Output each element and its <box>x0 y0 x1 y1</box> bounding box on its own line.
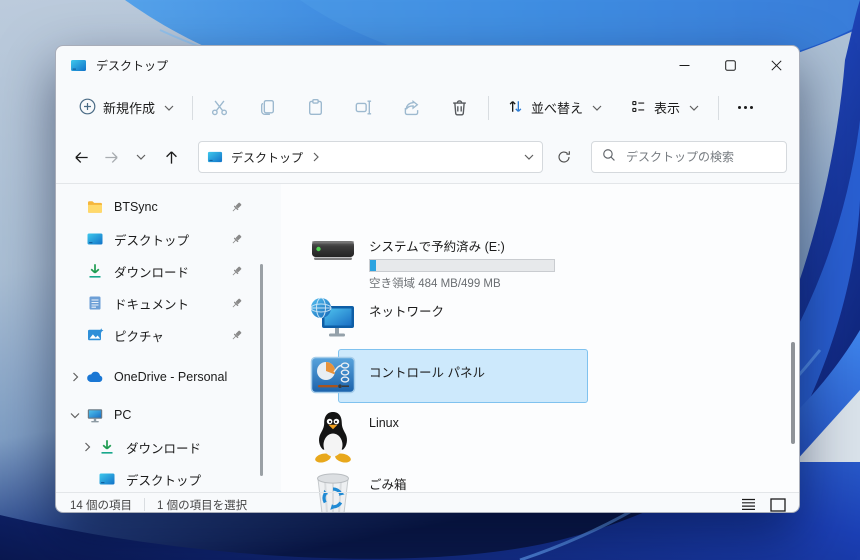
sidebar-item-pictures[interactable]: ピクチャ <box>56 319 281 351</box>
address-dropdown-icon[interactable] <box>524 154 534 160</box>
up-button[interactable] <box>156 142 186 172</box>
command-toolbar: 新規作成 並べ替え 表示 <box>56 84 799 131</box>
minimize-button[interactable] <box>661 46 707 84</box>
onedrive-icon <box>86 368 104 386</box>
toolbar-separator <box>192 95 194 120</box>
chevron-down-icon <box>592 105 602 111</box>
selection-count: 1 個の項目を選択 <box>157 499 248 512</box>
pin-icon <box>230 265 243 278</box>
explorer-body: BTSync デスクトップ ダウンロード ドキュメント ピクチャ OneDriv… <box>56 184 799 512</box>
file-list: システムで予約済み (E:) 空き領域 484 MB/499 MB ネットワーク <box>281 184 799 512</box>
chevron-right-icon[interactable] <box>64 372 86 382</box>
desktop-folder-icon <box>70 57 87 74</box>
sort-arrows-icon <box>507 98 524 118</box>
window-title: デスクトップ <box>96 58 169 73</box>
sidebar-item-btsync[interactable]: BTSync <box>56 191 281 223</box>
items-count: 14 個の項目 <box>70 499 132 512</box>
network-icon <box>309 297 357 341</box>
free-space-text: 空き領域 484 MB/499 MB <box>369 278 501 290</box>
chevron-down-icon[interactable] <box>64 412 86 419</box>
copy-button[interactable] <box>250 91 284 125</box>
sidebar-item-documents[interactable]: ドキュメント <box>56 287 281 319</box>
download-icon <box>98 438 116 456</box>
document-icon <box>86 294 104 312</box>
search-box[interactable] <box>591 141 787 173</box>
disk-usage-fill <box>370 260 377 271</box>
desktop-folder-icon <box>207 149 223 165</box>
chevron-right-icon[interactable] <box>76 442 98 452</box>
disk-usage-bar <box>369 259 555 272</box>
status-separator <box>144 498 145 511</box>
linux-tux-icon <box>309 410 357 464</box>
file-item-control-panel[interactable]: コントロール パネル <box>309 356 485 394</box>
sidebar-item-desktop[interactable]: デスクトップ <box>56 223 281 255</box>
file-item-system-reserved[interactable]: システムで予約済み (E:) 空き領域 484 MB/499 MB <box>309 234 555 291</box>
navigation-pane: BTSync デスクトップ ダウンロード ドキュメント ピクチャ OneDriv… <box>56 184 281 492</box>
recent-locations-button[interactable] <box>126 142 156 172</box>
view-layout-icon <box>630 98 647 118</box>
back-button[interactable] <box>66 142 96 172</box>
sidebar-item-pc-downloads[interactable]: ダウンロード <box>56 431 281 463</box>
refresh-button[interactable] <box>549 142 579 172</box>
search-icon <box>602 148 616 167</box>
pin-icon <box>230 233 243 246</box>
download-icon <box>86 262 104 280</box>
desktop-icon <box>86 230 104 248</box>
more-options-button[interactable] <box>728 91 762 125</box>
sidebar-item-pc-desktop[interactable]: デスクトップ <box>56 463 281 495</box>
rename-button[interactable] <box>346 91 380 125</box>
paste-button[interactable] <box>298 91 332 125</box>
breadcrumb-chevron-icon[interactable] <box>313 152 319 162</box>
sidebar-item-pc[interactable]: PC <box>56 399 281 431</box>
toolbar-separator <box>488 95 490 120</box>
sidebar-item-onedrive[interactable]: OneDrive - Personal <box>56 361 281 393</box>
delete-button[interactable] <box>442 91 476 125</box>
pictures-icon <box>86 326 104 344</box>
chevron-down-icon <box>164 105 174 111</box>
address-row: デスクトップ <box>56 131 799 184</box>
sidebar-item-downloads[interactable]: ダウンロード <box>56 255 281 287</box>
large-icons-view-button[interactable] <box>767 496 789 513</box>
details-view-button[interactable] <box>737 496 759 513</box>
sidebar-scrollbar[interactable] <box>260 264 263 476</box>
sort-button[interactable]: 並べ替え <box>498 91 611 125</box>
desktop-icon <box>98 470 116 488</box>
status-bar: 14 個の項目 1 個の項目を選択 <box>56 492 799 513</box>
search-input[interactable] <box>624 149 776 165</box>
file-list-scrollbar[interactable] <box>791 342 795 444</box>
toolbar-separator <box>718 95 720 120</box>
pin-icon <box>230 329 243 342</box>
cut-button[interactable] <box>202 91 236 125</box>
control-panel-icon <box>309 356 357 394</box>
maximize-button[interactable] <box>707 46 753 84</box>
plus-circle-icon <box>79 98 96 118</box>
file-item-linux[interactable]: Linux <box>309 410 399 464</box>
folder-icon <box>86 198 104 216</box>
forward-button[interactable] <box>96 142 126 172</box>
view-button[interactable]: 表示 <box>621 91 708 125</box>
explorer-window: デスクトップ 新規作成 並べ替え 表示 デスクトップ デスクトップの検索 BTS… <box>55 45 800 513</box>
pc-icon <box>86 406 104 424</box>
file-item-network[interactable]: ネットワーク <box>309 297 444 341</box>
new-button[interactable]: 新規作成 <box>70 91 183 125</box>
share-button[interactable] <box>394 91 428 125</box>
title-bar[interactable]: デスクトップ <box>56 46 799 84</box>
drive-icon <box>309 234 357 291</box>
address-bar[interactable]: デスクトップ <box>198 141 543 173</box>
chevron-down-icon <box>689 105 699 111</box>
pin-icon <box>230 201 243 214</box>
breadcrumb[interactable]: デスクトップ <box>231 149 303 166</box>
close-button[interactable] <box>753 46 799 84</box>
pin-icon <box>230 297 243 310</box>
